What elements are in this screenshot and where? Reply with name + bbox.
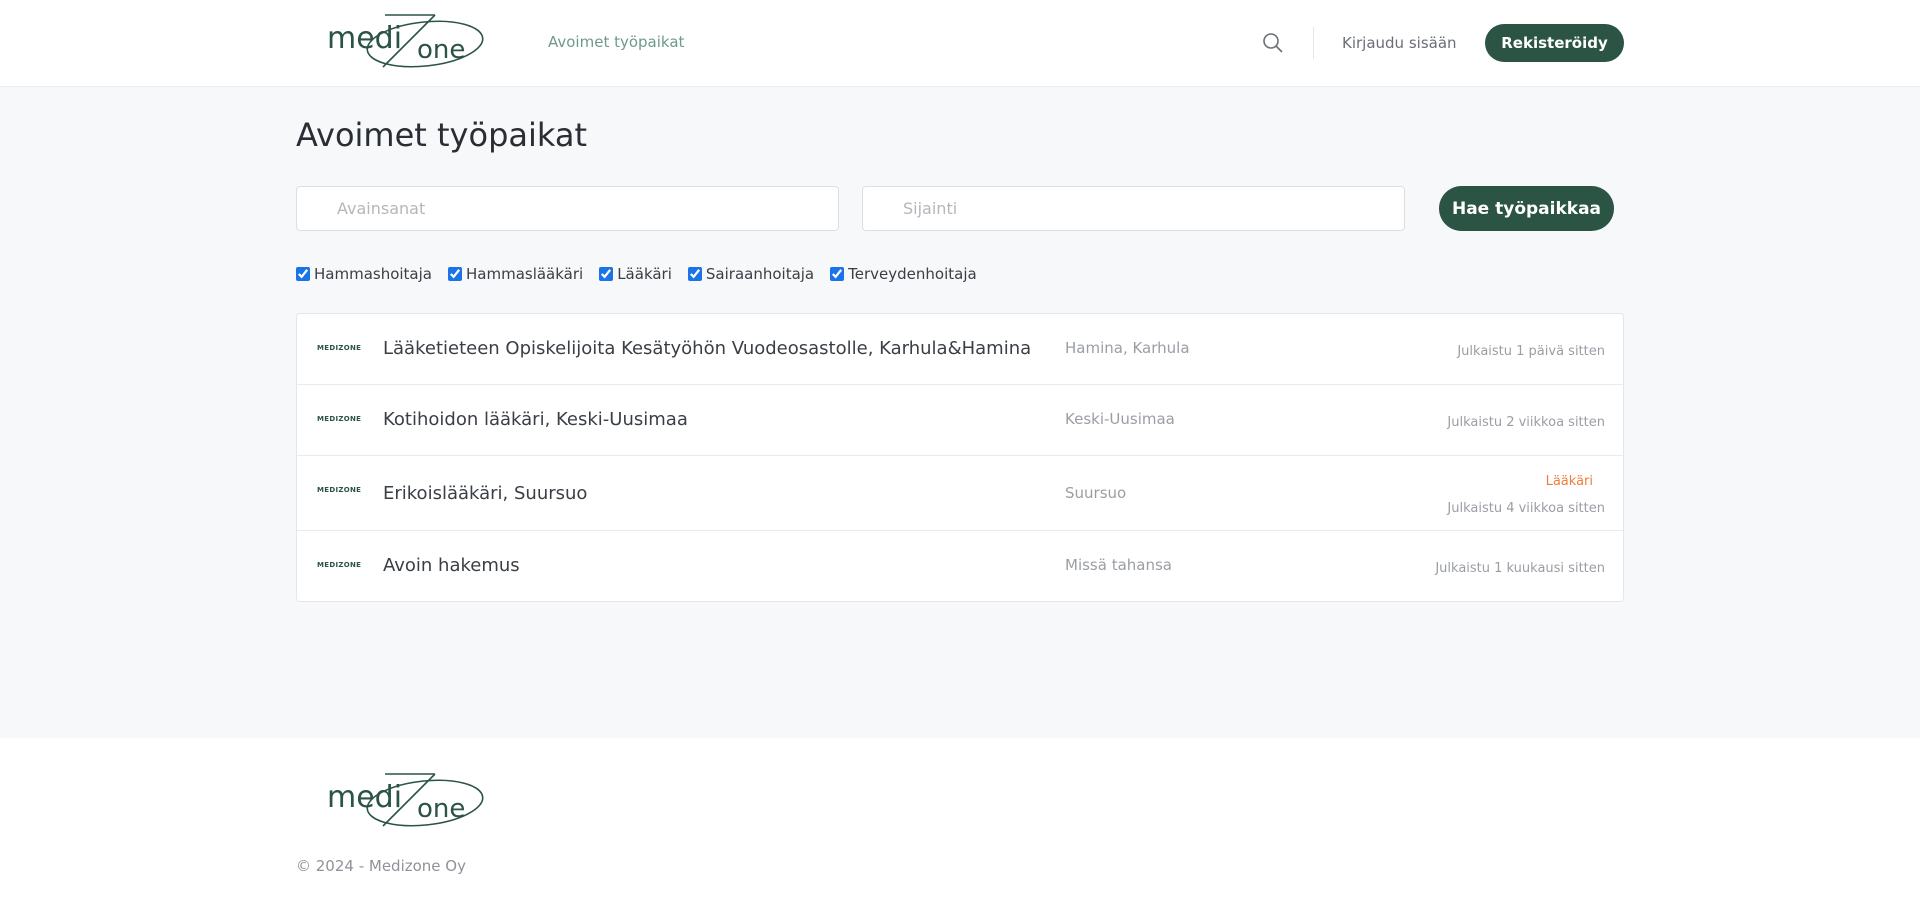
job-item[interactable]: MEDIZONE Avoin hakemus Missä tahansa Jul… (297, 531, 1623, 601)
filter-sairaanhoitaja[interactable]: Sairaanhoitaja (687, 265, 814, 283)
search-jobs-button[interactable]: Hae työpaikkaa (1439, 186, 1614, 231)
filter-checkbox[interactable] (687, 267, 702, 281)
location-field[interactable] (862, 186, 1405, 231)
job-location: Hamina, Karhula (1065, 339, 1190, 357)
job-item[interactable]: MEDIZONE Erikoislääkäri, Suursuo Suursuo… (297, 456, 1623, 531)
filter-checkbox[interactable] (296, 267, 310, 281)
company-logo: MEDIZONE (317, 415, 362, 423)
filter-hammashoitaja[interactable]: Hammashoitaja (296, 265, 432, 283)
job-location: Missä tahansa (1065, 556, 1172, 574)
location-input[interactable] (863, 187, 1404, 230)
filter-hammaslaakari[interactable]: Hammaslääkäri (448, 265, 583, 283)
copyright-text: © 2024 - Medizone Oy (296, 857, 466, 875)
job-location: Suursuo (1065, 484, 1127, 502)
header-divider (1313, 27, 1314, 59)
svg-text:medi: medi (327, 21, 402, 56)
job-item[interactable]: MEDIZONE Kotihoidon lääkäri, Keski-Uusim… (297, 385, 1623, 456)
keywords-input[interactable] (297, 187, 838, 230)
job-category-tag: Lääkäri (1545, 474, 1593, 489)
job-title[interactable]: Kotihoidon lääkäri, Keski-Uusimaa (383, 409, 688, 430)
svg-text:one: one (417, 794, 465, 824)
page-title: Avoimet työpaikat (296, 116, 587, 154)
filter-checkbox[interactable] (830, 267, 845, 281)
job-date: Julkaistu 1 kuukausi sitten (1435, 561, 1605, 576)
filter-laakari[interactable]: Lääkäri (599, 265, 672, 283)
job-location: Keski-Uusimaa (1065, 410, 1175, 428)
nav-open-jobs[interactable]: Avoimet työpaikat (548, 33, 684, 51)
job-date: Julkaistu 4 viikkoa sitten (1447, 501, 1605, 516)
site-header: medi one Avoimet työpaikat Kirjaudu sisä… (0, 0, 1920, 87)
site-footer: medi one © 2024 - Medizone Oy (0, 738, 1920, 915)
job-title[interactable]: Lääketieteen Opiskelijoita Kesätyöhön Vu… (383, 338, 1031, 359)
filter-terveydenhoitaja[interactable]: Terveydenhoitaja (830, 265, 977, 283)
login-link[interactable]: Kirjaudu sisään (1342, 34, 1457, 52)
job-item[interactable]: MEDIZONE Lääketieteen Opiskelijoita Kesä… (297, 314, 1623, 385)
company-logo: MEDIZONE (317, 486, 362, 494)
svg-text:medi: medi (327, 780, 402, 815)
job-date: Julkaistu 1 päivä sitten (1457, 344, 1605, 359)
company-logo: MEDIZONE (317, 344, 362, 352)
job-date: Julkaistu 2 viikkoa sitten (1447, 415, 1605, 430)
footer-logo[interactable]: medi one (325, 771, 485, 833)
filter-checkbox[interactable] (599, 267, 614, 281)
job-title[interactable]: Avoin hakemus (383, 555, 520, 576)
main-content: Avoimet työpaikat Hae työpaikkaa Hammash… (0, 87, 1920, 738)
job-list: MEDIZONE Lääketieteen Opiskelijoita Kesä… (296, 313, 1624, 602)
company-logo: MEDIZONE (317, 561, 362, 569)
job-title[interactable]: Erikoislääkäri, Suursuo (383, 483, 587, 504)
filter-checkbox[interactable] (448, 267, 462, 281)
register-button[interactable]: Rekisteröidy (1485, 24, 1624, 62)
category-filters: Hammashoitaja Hammaslääkäri Lääkäri Sair… (296, 265, 977, 283)
svg-text:one: one (417, 35, 465, 65)
medizone-logo[interactable]: medi one (325, 12, 485, 74)
search-icon[interactable] (1262, 32, 1284, 54)
keywords-field[interactable] (296, 186, 839, 231)
